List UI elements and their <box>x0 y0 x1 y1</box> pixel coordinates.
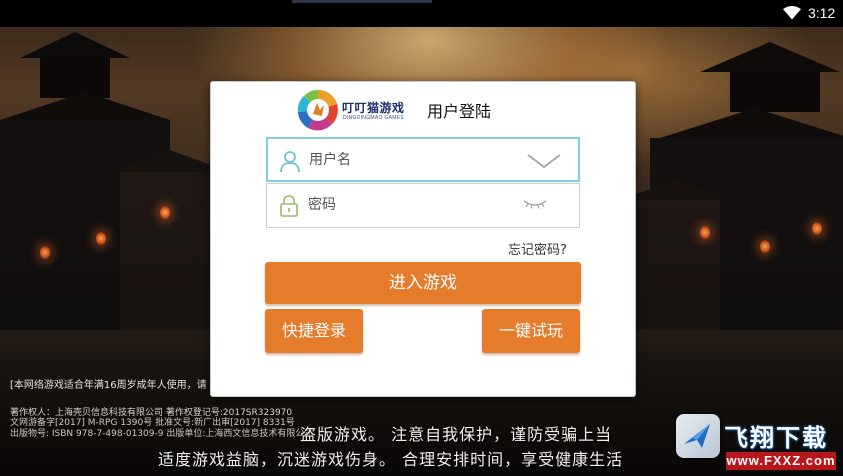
copyright-lines: 文网游备字[2017] M-RPG 1390号 批准文号:新广出审[2017] … <box>10 418 313 440</box>
forgot-password-link[interactable]: 忘记密码? <box>508 239 567 258</box>
lock-icon <box>280 195 298 217</box>
copyright-line-3: 出版物号: ISBN 978-7-498-01309-9 出版单位:上海西文信息… <box>10 429 314 439</box>
watermark-logo-icon <box>676 414 720 458</box>
brand-subtitle: DINGDINGMAO GAMES <box>343 115 404 121</box>
status-bar-accent <box>292 0 432 3</box>
brand-name: 叮叮猫游戏 <box>342 101 405 115</box>
copyright-line-2: 文网游备字[2017] M-RPG 1390号 批准文号:新广出审[2017] … <box>10 418 295 428</box>
enter-game-button[interactable]: 进入游戏 <box>265 262 581 304</box>
copyright-line-1: 著作权人：上海壳贝信息科技有限公司 著作权登记号:2017SR323970 <box>10 408 293 418</box>
password-field[interactable] <box>266 183 580 228</box>
brand-logo-icon <box>297 89 339 131</box>
status-bar-time: 3:12 <box>808 5 836 21</box>
eye-closed-icon[interactable] <box>521 198 549 210</box>
dialog-title: 用户登陆 <box>427 102 492 121</box>
username-input[interactable] <box>309 147 509 173</box>
watermark-url: www.FXXZ.com <box>726 452 836 470</box>
login-dialog: 叮叮猫游戏 DINGDINGMAO GAMES 用户登陆 忘记密码? 进入游戏 <box>210 81 636 397</box>
one-click-trial-button[interactable]: 一键试玩 <box>482 309 580 353</box>
username-field[interactable] <box>266 137 580 182</box>
health-advice-line-2: 适度游戏益脑，沉迷游戏伤身。 合理安排时间，享受健康生活 <box>158 450 624 469</box>
status-bar: 3:12 <box>0 0 843 27</box>
watermark-title: 飞翔下载 <box>724 424 828 452</box>
password-input[interactable] <box>308 192 508 218</box>
chevron-down-icon[interactable] <box>526 152 562 170</box>
user-icon <box>280 151 300 173</box>
plane-icon <box>684 424 710 448</box>
wifi-icon <box>783 6 801 20</box>
age-notice: [本网络游戏适合年满16周岁成年人使用，请 <box>10 380 207 391</box>
quick-login-button[interactable]: 快捷登录 <box>265 309 363 353</box>
